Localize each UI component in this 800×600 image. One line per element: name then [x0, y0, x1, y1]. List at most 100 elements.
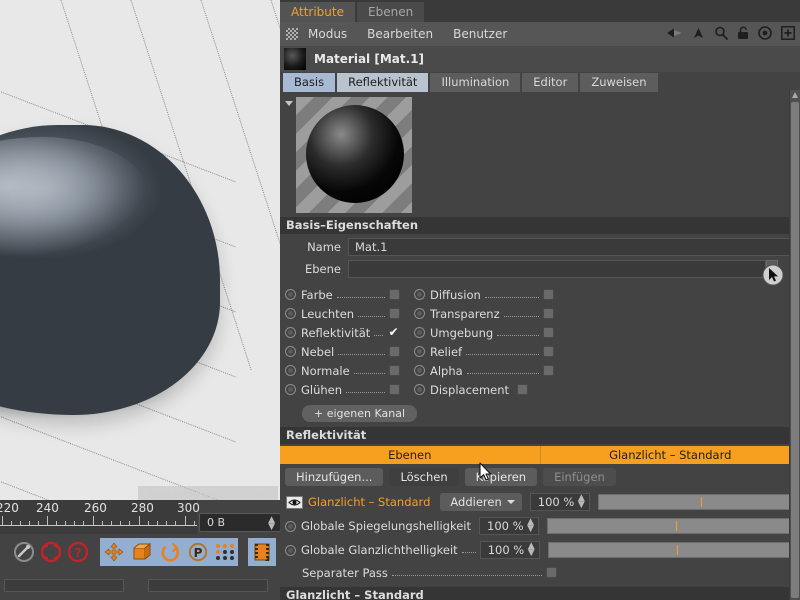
channel-reflektivitaet[interactable]: Reflektivität ✔ — [285, 326, 400, 340]
channel-nebel[interactable]: Nebel — [285, 345, 400, 359]
channel-radio-icon[interactable] — [414, 346, 425, 357]
channel-transparenz[interactable]: Transparenz — [414, 307, 554, 321]
parametric-tool-icon[interactable]: P — [184, 538, 212, 566]
plus-icon[interactable] — [781, 25, 795, 44]
3d-viewport[interactable]: Rasterweite : 100 cm — [0, 0, 280, 500]
search-icon[interactable] — [714, 25, 728, 44]
channel-checkbox[interactable] — [389, 384, 400, 395]
channel-checkbox[interactable] — [543, 289, 554, 300]
layer-opacity-slider[interactable] — [597, 494, 796, 510]
lock-icon[interactable] — [737, 25, 749, 44]
tab-reflektivitaet[interactable]: Reflektivität — [337, 73, 429, 92]
rotate-tool-icon[interactable] — [156, 538, 184, 566]
channel-checkbox[interactable] — [389, 289, 400, 300]
layer-tab-ebenen[interactable]: Ebenen — [280, 446, 541, 464]
channel-checkbox[interactable] — [517, 384, 529, 395]
channel-radio-icon[interactable] — [285, 289, 296, 300]
channel-radio-icon[interactable] — [285, 308, 296, 319]
channel-displacement[interactable]: Displacement — [414, 383, 554, 397]
tab-zuweisen[interactable]: Zuweisen — [580, 73, 658, 92]
menu-modus[interactable]: Modus — [308, 27, 347, 41]
channel-normale[interactable]: Normale — [285, 364, 400, 378]
drag-grip-icon[interactable] — [286, 28, 298, 40]
global-specular-input[interactable]: 100 % ▲ ▼ — [479, 541, 540, 559]
channel-radio-icon[interactable] — [414, 384, 425, 395]
channel-radio-icon[interactable] — [414, 308, 425, 319]
channel-checkbox[interactable] — [543, 327, 554, 338]
channel-leuchten[interactable]: Leuchten — [285, 307, 400, 321]
channel-diffusion[interactable]: Diffusion — [414, 288, 554, 302]
dots-grid-icon[interactable] — [212, 538, 238, 566]
channel-checkbox[interactable] — [389, 365, 400, 376]
scroll-up-arrow-icon[interactable] — [792, 92, 798, 98]
loeschen-button[interactable]: Löschen — [389, 468, 459, 486]
toolbar-mini-row — [0, 573, 280, 599]
stepper-icon[interactable]: ▲ ▼ — [528, 542, 535, 558]
channel-checkbox[interactable] — [389, 346, 400, 357]
target-icon[interactable] — [758, 25, 772, 44]
global-reflection-radio-icon[interactable] — [285, 520, 296, 532]
attribute-scrollbar[interactable] — [789, 90, 800, 600]
channel-radio-icon[interactable] — [414, 327, 425, 338]
channel-radio-icon[interactable] — [414, 365, 425, 376]
scale-tool-icon[interactable] — [128, 538, 156, 566]
channel-checkbox[interactable] — [543, 308, 554, 319]
stepper-icon[interactable]: ▲ ▼ — [527, 518, 534, 534]
collapse-arrow-icon[interactable] — [285, 101, 293, 106]
tab-basis[interactable]: Basis — [283, 73, 336, 92]
menu-bearbeiten[interactable]: Bearbeiten — [367, 27, 433, 41]
scrollbar-thumb[interactable] — [791, 102, 799, 598]
ebene-picker-cursor-icon[interactable] — [762, 264, 784, 286]
layer-tab-glanzlicht[interactable]: Glanzlicht – Standard — [540, 446, 800, 464]
eye-icon[interactable] — [286, 495, 303, 509]
stepper-icon[interactable]: ▲ ▼ — [578, 494, 585, 510]
help-icon[interactable]: ? — [65, 538, 92, 566]
tab-illumination[interactable]: Illumination — [430, 73, 521, 92]
up-arrow-icon[interactable] — [692, 25, 705, 44]
unit-select[interactable]: 0 B ▲ ▼ — [199, 513, 281, 532]
channel-checkbox[interactable] — [543, 346, 554, 357]
menu-benutzer[interactable]: Benutzer — [453, 27, 507, 41]
channel-checkbox-checked[interactable]: ✔ — [387, 326, 400, 338]
kopieren-button[interactable]: Kopieren — [464, 468, 538, 486]
separate-pass-checkbox[interactable] — [545, 567, 557, 578]
window-tab-ebenen[interactable]: Ebenen — [357, 2, 425, 22]
channel-umgebung[interactable]: Umgebung — [414, 326, 554, 340]
hinzufuegen-button[interactable]: Hinzufügen... — [285, 468, 384, 486]
3d-object[interactable] — [0, 125, 220, 415]
mini-field[interactable] — [148, 579, 268, 592]
channel-checkbox[interactable] — [389, 308, 400, 319]
global-reflection-slider[interactable] — [547, 518, 796, 534]
render-region-icon[interactable] — [37, 538, 64, 566]
ruler-tick-label: 220 — [0, 501, 19, 515]
material-preview[interactable] — [296, 97, 412, 213]
name-input[interactable]: Mat.1 — [348, 237, 796, 256]
global-reflection-input[interactable]: 100 % ▲ ▼ — [479, 517, 540, 535]
add-custom-channel-button[interactable]: + eigenen Kanal — [302, 405, 418, 422]
layer-opacity-input[interactable]: 100 % ▲ ▼ — [529, 493, 590, 511]
channel-radio-icon[interactable] — [414, 289, 425, 300]
channel-radio-icon[interactable] — [285, 365, 296, 376]
blend-mode-select[interactable]: Addieren — [440, 493, 522, 511]
material-manager-icon[interactable] — [248, 538, 276, 566]
channel-checkbox[interactable] — [543, 365, 554, 376]
global-specular-radio-icon[interactable] — [285, 544, 296, 556]
tab-editor[interactable]: Editor — [522, 73, 579, 92]
material-thumbnail[interactable] — [284, 48, 306, 70]
mini-field[interactable] — [4, 579, 124, 592]
timeline-ruler[interactable]: 220 240 260 280 300 — [0, 500, 200, 534]
window-tab-attribute[interactable]: Attribute — [280, 2, 355, 22]
channel-radio-icon[interactable] — [285, 384, 296, 395]
stepper-icon[interactable]: ▲ ▼ — [268, 516, 275, 532]
global-specular-slider[interactable] — [547, 542, 796, 558]
channel-farbe[interactable]: Farbe — [285, 288, 400, 302]
channel-relief[interactable]: Relief — [414, 345, 554, 359]
channel-gluehen[interactable]: Glühen — [285, 383, 400, 397]
wrench-icon[interactable] — [10, 538, 37, 566]
channel-radio-icon[interactable] — [285, 327, 296, 338]
move-tool-icon[interactable] — [100, 538, 128, 566]
channel-alpha[interactable]: Alpha — [414, 364, 554, 378]
back-arrow-icon[interactable] — [665, 25, 683, 44]
channel-radio-icon[interactable] — [285, 346, 296, 357]
ebene-input[interactable] — [348, 259, 766, 278]
